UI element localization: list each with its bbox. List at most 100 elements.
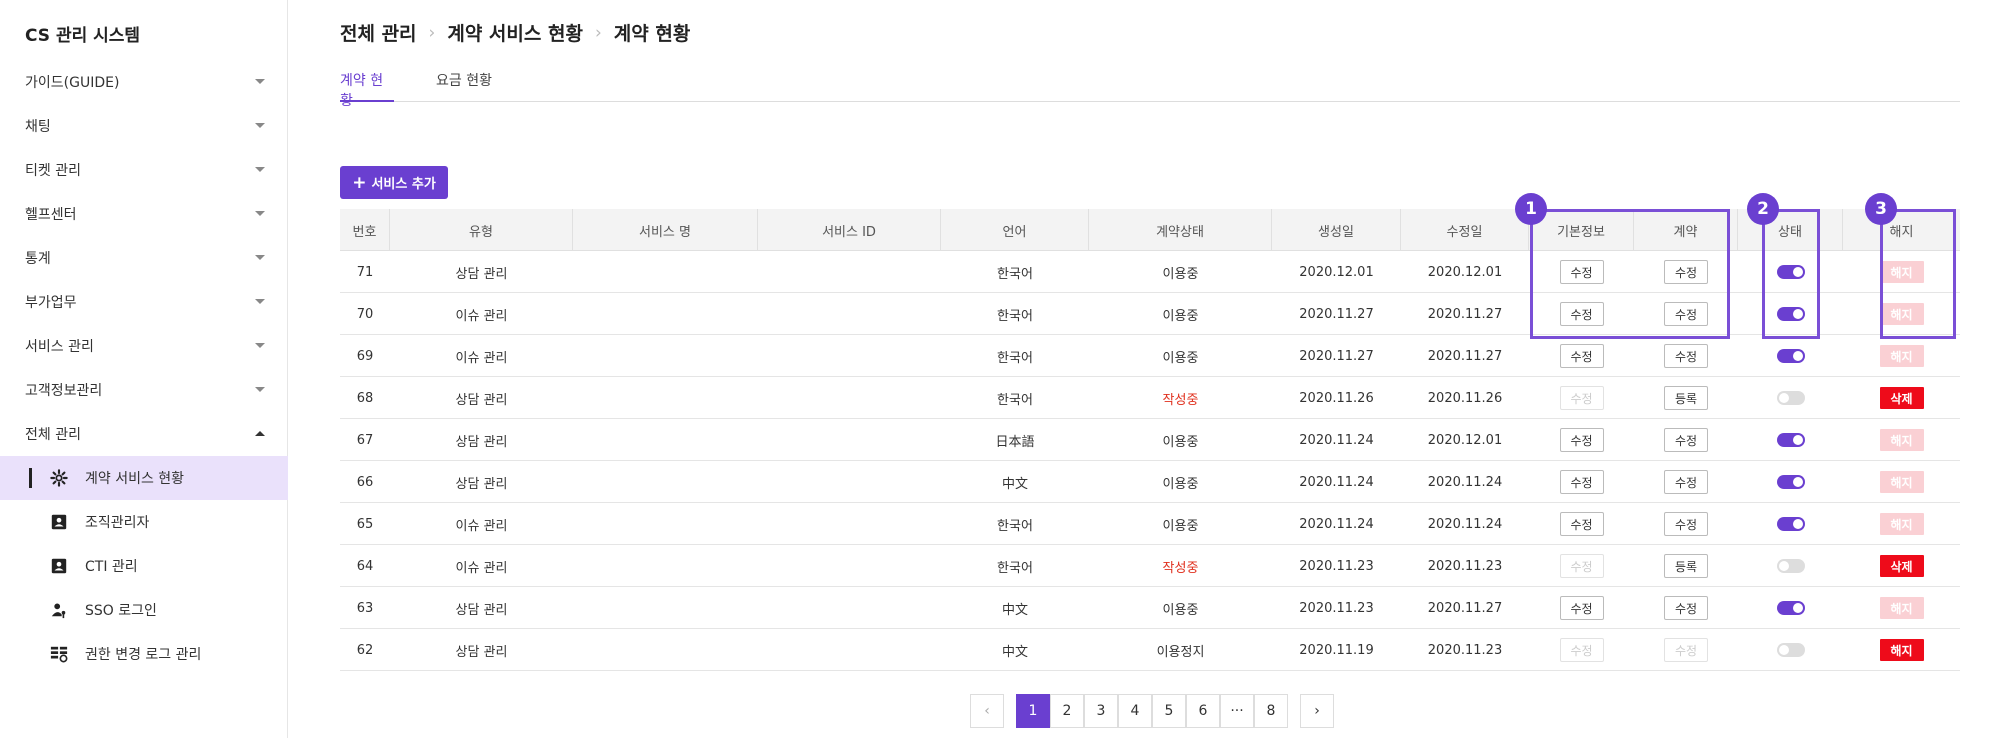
toggle-knob xyxy=(1792,519,1803,529)
edit-info-button[interactable]: 수정 xyxy=(1559,302,1604,326)
edit-contract-button[interactable]: 수정 xyxy=(1664,260,1708,284)
sidebar-item[interactable]: 통계 xyxy=(0,236,288,280)
chevron-right-icon: › xyxy=(594,22,602,43)
next-page-button[interactable]: › xyxy=(1300,694,1334,728)
sidebar-item[interactable]: 부가업무 xyxy=(0,280,288,324)
terminate-button[interactable]: 해지 xyxy=(1879,639,1924,661)
status-toggle[interactable] xyxy=(1776,433,1805,447)
sidebar-item[interactable]: 헬프센터 xyxy=(0,192,288,236)
edit-info-button[interactable]: 수정 xyxy=(1559,428,1604,452)
sidebar-subitem[interactable]: 계약 서비스 현황 xyxy=(0,456,288,500)
table-cell-id xyxy=(758,251,941,293)
table-header-cell: 유형 xyxy=(390,209,573,251)
table-row: 69 이슈 관리 한국어 이용중 2020.11.27 2020.11.27 수정 수정 해지 xyxy=(340,335,1960,377)
status-toggle[interactable] xyxy=(1776,391,1805,405)
sidebar-item[interactable]: 고객정보관리 xyxy=(0,368,288,412)
sidebar-item[interactable]: 채팅 xyxy=(0,104,288,148)
edit-contract-button[interactable]: 수정 xyxy=(1664,302,1708,326)
annotation-badge-2: 2 xyxy=(1747,193,1779,225)
table-cell-type: 상담 관리 xyxy=(455,392,508,408)
table-cell-no: 70 xyxy=(356,306,374,322)
status-toggle[interactable] xyxy=(1776,601,1805,615)
edit-info-button[interactable]: 수정 xyxy=(1559,596,1604,620)
status-toggle[interactable] xyxy=(1776,307,1805,321)
edit-info-button: 수정 xyxy=(1559,554,1604,578)
table-cell-modified: 2020.12.01 xyxy=(1427,432,1503,448)
add-service-button[interactable]: + 서비스 추가 xyxy=(340,166,448,199)
action-cell: 해지 xyxy=(1843,587,1960,629)
page-number-button[interactable]: 2 xyxy=(1050,694,1084,728)
action-cell: 해지 xyxy=(1843,251,1960,293)
table-cell-name xyxy=(573,293,758,335)
edit-contract-button[interactable]: 수정 xyxy=(1664,428,1708,452)
status-toggle[interactable] xyxy=(1776,349,1805,363)
delete-button[interactable]: 삭제 xyxy=(1879,555,1924,577)
breadcrumb-item[interactable]: 전체 관리 xyxy=(340,19,417,46)
sidebar-subitem-label: CTI 관리 xyxy=(85,559,138,575)
edit-info-button[interactable]: 수정 xyxy=(1559,512,1604,536)
status-toggle[interactable] xyxy=(1776,643,1805,657)
contract-cell: 등록 xyxy=(1634,545,1738,587)
pagination-ellipsis: ··· xyxy=(1220,694,1254,728)
basic-info-cell: 수정 xyxy=(1529,587,1634,629)
contract-cell: 수정 xyxy=(1634,629,1738,671)
status-toggle-cell xyxy=(1738,251,1843,293)
status-toggle[interactable] xyxy=(1776,559,1805,573)
page-number-button[interactable]: 6 xyxy=(1186,694,1220,728)
sidebar-subitem[interactable]: 조직관리자 xyxy=(0,500,288,544)
table-cell-name xyxy=(573,629,758,671)
status-toggle[interactable] xyxy=(1776,517,1805,531)
edit-contract-button[interactable]: 수정 xyxy=(1664,512,1708,536)
table-cell-lang: 中文 xyxy=(1001,602,1028,618)
chevron-down-icon xyxy=(255,387,265,392)
table-cell-modified: 2020.11.26 xyxy=(1427,390,1503,406)
table-header-cell: 번호 xyxy=(340,209,390,251)
table-cell-created: 2020.12.01 xyxy=(1299,264,1374,280)
page-number-button[interactable]: 1 xyxy=(1016,694,1050,728)
sidebar-subitem[interactable]: SSO 로그인 xyxy=(0,588,288,632)
register-contract-button[interactable]: 등록 xyxy=(1664,386,1708,410)
contract-cell: 수정 xyxy=(1634,461,1738,503)
page-number-button[interactable]: 3 xyxy=(1084,694,1118,728)
table-row: 71 상담 관리 한국어 이용중 2020.12.01 2020.12.01 수정 수정 해지 xyxy=(340,251,1960,293)
edit-contract-button[interactable]: 수정 xyxy=(1664,470,1708,494)
register-contract-button[interactable]: 등록 xyxy=(1664,554,1708,578)
page-number-button[interactable]: 5 xyxy=(1152,694,1186,728)
contract-cell: 수정 xyxy=(1634,293,1738,335)
status-toggle[interactable] xyxy=(1776,265,1805,279)
edit-info-button[interactable]: 수정 xyxy=(1559,344,1604,368)
table-row: 65 이슈 관리 한국어 이용중 2020.11.24 2020.11.24 수정 수정 해지 xyxy=(340,503,1960,545)
delete-button[interactable]: 삭제 xyxy=(1879,387,1924,409)
table-cell-modified: 2020.11.27 xyxy=(1427,600,1503,616)
table-cell-name xyxy=(573,335,758,377)
breadcrumb-item[interactable]: 계약 서비스 현황 xyxy=(447,19,583,46)
status-toggle[interactable] xyxy=(1776,475,1805,489)
sidebar-item-label: 통계 xyxy=(25,251,51,267)
sidebar-item[interactable]: 티켓 관리 xyxy=(0,148,288,192)
sidebar-item[interactable]: 가이드(GUIDE) xyxy=(0,60,288,104)
table-cell-created: 2020.11.23 xyxy=(1299,558,1374,574)
page-number-button[interactable]: 4 xyxy=(1118,694,1152,728)
sidebar-item[interactable]: 서비스 관리 xyxy=(0,324,288,368)
table-cell-id xyxy=(758,377,941,419)
edit-info-button[interactable]: 수정 xyxy=(1559,260,1604,284)
table-cell-status: 이용중 xyxy=(1162,434,1199,450)
chevron-down-icon xyxy=(255,167,265,172)
prev-page-button[interactable]: ‹ xyxy=(970,694,1004,728)
tab-contract-status[interactable]: 계약 현황 xyxy=(340,70,394,109)
status-toggle-cell xyxy=(1738,293,1843,335)
status-toggle-cell xyxy=(1738,335,1843,377)
table-cell-type: 이슈 관리 xyxy=(455,350,508,366)
sidebar-subitem[interactable]: CTI 관리 xyxy=(0,544,288,588)
edit-contract-button[interactable]: 수정 xyxy=(1664,596,1708,620)
sidebar-subitem[interactable]: 권한 변경 로그 관리 xyxy=(0,632,288,676)
terminate-button: 해지 xyxy=(1879,471,1924,493)
page-number-button[interactable]: 8 xyxy=(1254,694,1288,728)
edit-info-button[interactable]: 수정 xyxy=(1559,470,1604,494)
table-cell-status: 이용중 xyxy=(1162,518,1199,534)
tab-fee-status[interactable]: 요금 현황 xyxy=(436,70,496,102)
table-cell-type: 이슈 관리 xyxy=(455,560,508,576)
table-cell-id xyxy=(758,293,941,335)
edit-contract-button[interactable]: 수정 xyxy=(1664,344,1708,368)
sidebar-item[interactable]: 전체 관리 xyxy=(0,412,288,456)
